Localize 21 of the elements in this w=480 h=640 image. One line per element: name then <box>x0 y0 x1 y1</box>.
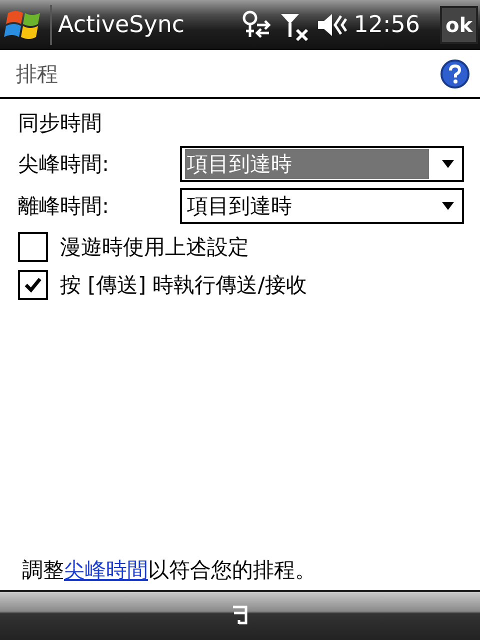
section-heading: 同步時間 <box>18 110 103 137</box>
checkbox[interactable] <box>18 270 48 300</box>
dropdown-value: 項目到達時 <box>185 149 429 179</box>
app-title: ActiveSync <box>58 12 186 38</box>
hint-text: 調整尖峰時間以符合您的排程。 <box>21 557 317 584</box>
field-label: 離峰時間: <box>18 193 110 220</box>
caret-icon[interactable] <box>442 160 454 168</box>
dropdown-field[interactable]: 項目到達時 <box>180 146 464 182</box>
ok-button[interactable]: ok <box>440 6 478 44</box>
help-icon[interactable] <box>440 58 470 88</box>
checkbox-label: 漫遊時使用上述設定 <box>60 234 249 261</box>
caret-icon[interactable] <box>442 202 454 210</box>
checkbox[interactable] <box>18 232 48 262</box>
dropdown-value: 項目到達時 <box>186 193 293 220</box>
check-icon <box>23 275 43 295</box>
clock-time[interactable]: 12:56 <box>354 12 420 38</box>
checkbox-label: 按 [傳送] 時執行傳送/接收 <box>60 272 307 299</box>
peak-time-link[interactable]: 尖峰時間 <box>64 558 148 582</box>
field-label: 尖峰時間: <box>18 151 110 178</box>
page-title: 排程 <box>16 60 58 88</box>
dropdown-field[interactable]: 項目到達時 <box>180 188 464 224</box>
